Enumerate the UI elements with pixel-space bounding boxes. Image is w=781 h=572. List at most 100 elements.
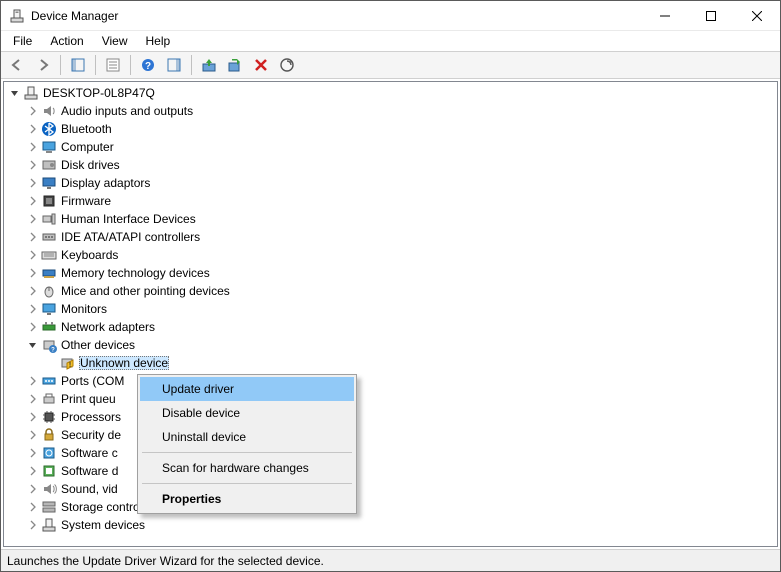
uninstall-device-button[interactable] [249,53,273,77]
menu-action[interactable]: Action [42,33,91,49]
expand-arrow-icon[interactable] [26,104,40,118]
tree-item-label: Bluetooth [61,122,112,136]
close-button[interactable] [734,1,780,31]
tree-category-network[interactable]: Network adapters [4,318,777,336]
context-menu: Update driver Disable device Uninstall d… [137,374,357,514]
scan-hardware-button[interactable] [275,53,299,77]
app-icon [9,8,25,24]
action-pane-button[interactable] [162,53,186,77]
tree-item-label: Monitors [61,302,107,316]
toolbar-separator [130,55,131,75]
tree-category-sysdev[interactable]: System devices [4,516,777,534]
back-button[interactable] [5,53,29,77]
tree-category-softdev[interactable]: Software d [4,462,777,480]
tree-item-label: System devices [61,518,145,532]
show-hide-console-tree-button[interactable] [66,53,90,77]
tree-category-other[interactable]: ?Other devices [4,336,777,354]
tree-item-label: Ports (COM [61,374,124,388]
update-driver-button[interactable] [197,53,221,77]
ctx-update-driver[interactable]: Update driver [140,377,354,401]
tree-category-hid[interactable]: Human Interface Devices [4,210,777,228]
forward-button[interactable] [31,53,55,77]
sound-icon [41,481,57,497]
tree-category-monitor[interactable]: Monitors [4,300,777,318]
svg-text:?: ? [145,61,151,72]
tree-root[interactable]: DESKTOP-0L8P47Q [4,84,777,102]
expand-arrow-icon[interactable] [26,518,40,532]
expand-arrow-icon[interactable] [8,86,22,100]
tree-item-label: IDE ATA/ATAPI controllers [61,230,200,244]
expand-arrow-icon[interactable] [26,212,40,226]
maximize-button[interactable] [688,1,734,31]
expand-arrow-icon[interactable] [26,248,40,262]
properties-button[interactable] [101,53,125,77]
bluetooth-icon [41,121,57,137]
tree-category-display[interactable]: Display adaptors [4,174,777,192]
tree-category-softcomp[interactable]: Software c [4,444,777,462]
help-button[interactable]: ? [136,53,160,77]
tree-category-memtech[interactable]: Memory technology devices [4,264,777,282]
expand-arrow-icon[interactable] [44,356,58,370]
tree-category-keyboard[interactable]: Keyboards [4,246,777,264]
expand-arrow-icon[interactable] [26,410,40,424]
svg-text:!: ! [69,362,71,369]
menu-view[interactable]: View [94,33,136,49]
unknown-icon: ! [59,355,75,371]
tree-category-printq[interactable]: Print queu [4,390,777,408]
menu-file[interactable]: File [5,33,40,49]
disable-device-button[interactable] [223,53,247,77]
tree-category-security[interactable]: Security de [4,426,777,444]
expand-arrow-icon[interactable] [26,284,40,298]
tree-category-audio[interactable]: Audio inputs and outputs [4,102,777,120]
expand-arrow-icon[interactable] [26,392,40,406]
ports-icon [41,373,57,389]
tree-category-disk[interactable]: Disk drives [4,156,777,174]
tree-category-bluetooth[interactable]: Bluetooth [4,120,777,138]
toolbar: ? [1,51,780,79]
ctx-properties[interactable]: Properties [140,487,354,511]
expand-arrow-icon[interactable] [26,446,40,460]
tree-category-sound[interactable]: Sound, vid [4,480,777,498]
expand-arrow-icon[interactable] [26,230,40,244]
tree-category-cpu[interactable]: Processors [4,408,777,426]
expand-arrow-icon[interactable] [26,140,40,154]
device-tree[interactable]: DESKTOP-0L8P47Q Audio inputs and outputs B… [4,82,777,546]
tree-item-label: Software d [61,464,118,478]
expand-arrow-icon[interactable] [26,482,40,496]
expand-arrow-icon[interactable] [26,374,40,388]
ctx-disable-device[interactable]: Disable device [140,401,354,425]
expand-arrow-icon[interactable] [26,320,40,334]
tree-category-mouse[interactable]: Mice and other pointing devices [4,282,777,300]
tree-item-label: Software c [61,446,118,460]
audio-icon [41,103,57,119]
expand-arrow-icon[interactable] [26,338,40,352]
ctx-separator [142,452,352,453]
monitor-icon [41,301,57,317]
minimize-button[interactable] [642,1,688,31]
expand-arrow-icon[interactable] [26,266,40,280]
security-icon [41,427,57,443]
expand-arrow-icon[interactable] [26,194,40,208]
expand-arrow-icon[interactable] [26,428,40,442]
expand-arrow-icon[interactable] [26,500,40,514]
expand-arrow-icon[interactable] [26,122,40,136]
expand-arrow-icon[interactable] [26,176,40,190]
tree-category-ports[interactable]: Ports (COM [4,372,777,390]
tree-item-label: Sound, vid [61,482,118,496]
statusbar: Launches the Update Driver Wizard for th… [1,549,780,571]
ctx-scan-hardware[interactable]: Scan for hardware changes [140,456,354,480]
tree-item-label: Human Interface Devices [61,212,196,226]
expand-arrow-icon[interactable] [26,158,40,172]
tree-category-ide[interactable]: IDE ATA/ATAPI controllers [4,228,777,246]
menu-help[interactable]: Help [138,33,179,49]
tree-category-computer[interactable]: Computer [4,138,777,156]
tree-item-label: DESKTOP-0L8P47Q [43,86,155,100]
tree-category-firmware[interactable]: Firmware [4,192,777,210]
ctx-uninstall-device[interactable]: Uninstall device [140,425,354,449]
toolbar-separator [60,55,61,75]
expand-arrow-icon[interactable] [26,464,40,478]
tree-item-unknown[interactable]: !Unknown device [4,354,777,372]
expand-arrow-icon[interactable] [26,302,40,316]
other-icon: ? [41,337,57,353]
tree-category-storage[interactable]: Storage controllers [4,498,777,516]
